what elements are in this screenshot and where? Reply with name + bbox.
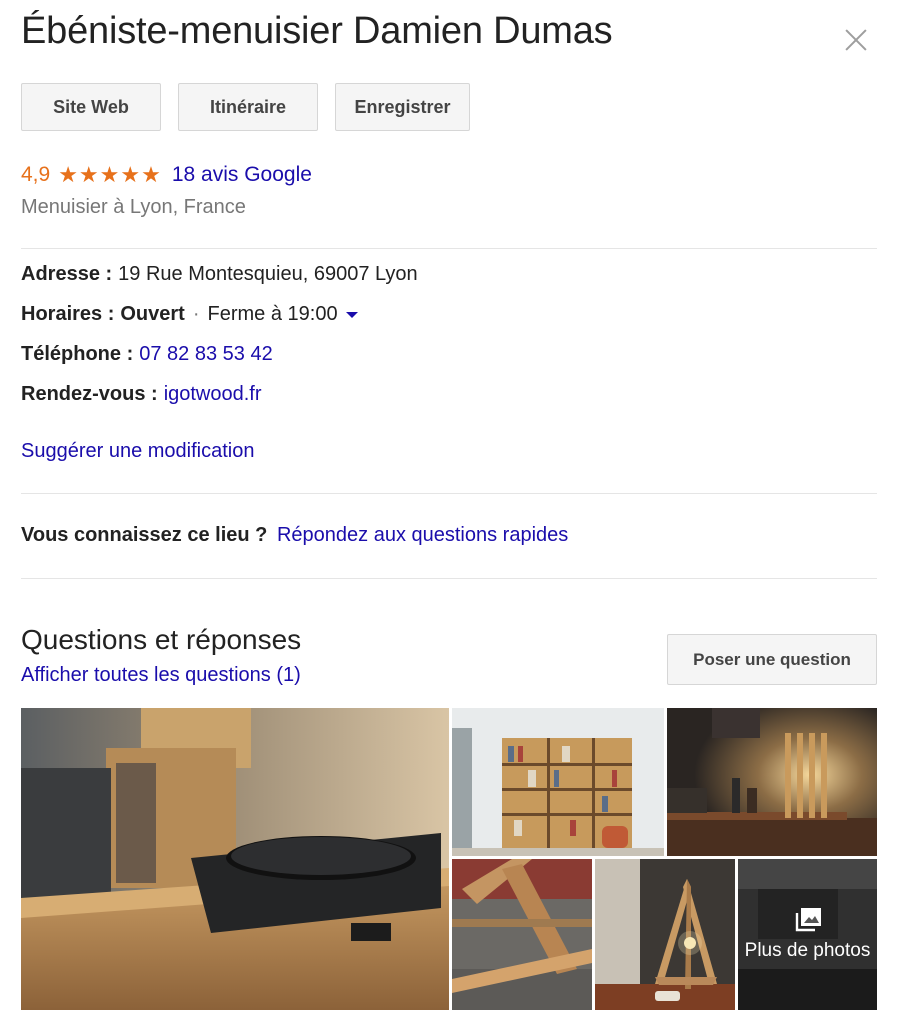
more-photos-label: Plus de photos	[744, 939, 871, 961]
bookshelf-photo	[452, 708, 664, 856]
chevron-down-icon[interactable]	[345, 311, 358, 318]
know-place-row: Vous connaissez ce lieu ? Répondez aux q…	[21, 524, 568, 547]
phone-link[interactable]: 07 82 83 53 42	[139, 343, 272, 366]
appointment-link[interactable]: igotwood.fr	[164, 383, 262, 406]
rating-stars-icon: ★★★★★	[58, 162, 162, 187]
hours-row: Horaires : Ouvert · Ferme à 19:00	[21, 303, 358, 326]
close-icon[interactable]	[838, 22, 874, 58]
hours-value: Ferme à 19:00	[207, 303, 338, 325]
photo-turntable[interactable]	[21, 708, 449, 1010]
lamp-bars-photo	[667, 708, 877, 856]
directions-button[interactable]: Itinéraire	[178, 83, 318, 131]
turntable-photo	[21, 708, 449, 1010]
rating-row: 4,9 ★★★★★ 18 avis Google	[21, 162, 312, 188]
address-row: Adresse : 19 Rue Montesquieu, 69007 Lyon	[21, 263, 418, 286]
all-questions-link[interactable]: Afficher toutes les questions (1)	[21, 664, 301, 687]
business-category: Menuisier à Lyon, France	[21, 196, 246, 218]
photo-library-icon	[795, 907, 821, 932]
more-photos-tile[interactable]: Plus de photos	[738, 859, 877, 1010]
hours-separator: ·	[192, 303, 200, 325]
quick-questions-link[interactable]: Répondez aux questions rapides	[277, 524, 568, 546]
hours-label: Horaires :	[21, 303, 115, 325]
address-value: 19 Rue Montesquieu, 69007 Lyon	[118, 263, 418, 285]
address-label: Adresse :	[21, 263, 113, 285]
photo-bookshelf[interactable]	[452, 708, 664, 856]
divider	[21, 248, 877, 249]
lamp-tripod-photo	[595, 859, 735, 1010]
photo-lamp-tripod[interactable]	[595, 859, 735, 1010]
appointment-row: Rendez-vous : igotwood.fr	[21, 383, 262, 406]
divider	[21, 493, 877, 494]
save-button[interactable]: Enregistrer	[335, 83, 470, 131]
know-place-label: Vous connaissez ce lieu ?	[21, 524, 268, 546]
more-photos-overlay: Plus de photos	[738, 859, 877, 1010]
divider	[21, 578, 877, 579]
website-button[interactable]: Site Web	[21, 83, 161, 131]
qa-title: Questions et réponses	[21, 624, 302, 655]
phone-row: Téléphone : 07 82 83 53 42	[21, 343, 273, 366]
hours-status: Ouvert	[120, 303, 185, 325]
appointment-label: Rendez-vous :	[21, 383, 158, 405]
suggest-edit-link[interactable]: Suggérer une modification	[21, 440, 254, 463]
business-title: Ébéniste-menuisier Damien Dumas	[21, 10, 613, 52]
table-legs-photo	[452, 859, 592, 1010]
phone-label: Téléphone :	[21, 343, 134, 365]
photo-lamp-bars[interactable]	[667, 708, 877, 856]
photo-table-legs[interactable]	[452, 859, 592, 1010]
ask-question-button[interactable]: Poser une question	[667, 634, 877, 685]
reviews-link[interactable]: 18 avis Google	[172, 163, 312, 187]
rating-value: 4,9	[21, 163, 51, 186]
